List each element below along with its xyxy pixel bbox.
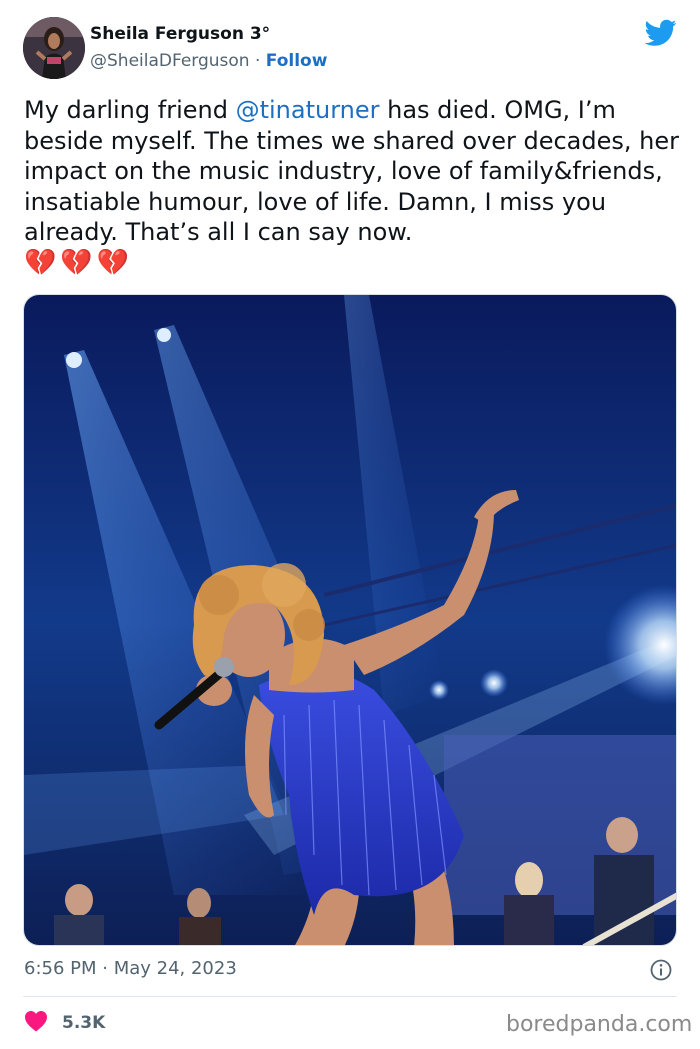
like-action[interactable]: 5.3K (24, 1010, 105, 1036)
watermark: boredpanda.com (506, 1012, 693, 1037)
separator: · (254, 51, 261, 71)
tweet-text: My darling friend @tinaturner has died. … (24, 95, 684, 248)
tweet-card: Sheila Ferguson 3° @SheilaDFerguson · Fo… (0, 0, 700, 1049)
mention-link[interactable]: @tinaturner (236, 96, 380, 124)
author-handle[interactable]: @SheilaDFerguson (90, 51, 250, 71)
info-icon[interactable] (650, 959, 672, 981)
heart-icon[interactable] (24, 1010, 48, 1036)
broken-heart-emoji: 💔 (24, 248, 57, 278)
like-count: 5.3K (62, 1013, 106, 1033)
author-name[interactable]: Sheila Ferguson 3° (90, 24, 270, 44)
follow-button[interactable]: Follow (266, 51, 328, 71)
twitter-bird-icon[interactable] (644, 19, 677, 47)
tweet-text-start: My darling friend (24, 96, 236, 124)
author-handle-row: @SheilaDFerguson · Follow (90, 51, 327, 71)
tweet-photo[interactable] (23, 294, 677, 946)
broken-heart-emoji: 💔 (60, 248, 93, 278)
emoji-row: 💔 💔 💔 (24, 248, 129, 278)
timestamp[interactable]: 6:56 PM · May 24, 2023 (24, 958, 237, 979)
divider (23, 996, 677, 997)
broken-heart-emoji: 💔 (96, 248, 130, 278)
avatar[interactable] (23, 17, 85, 79)
